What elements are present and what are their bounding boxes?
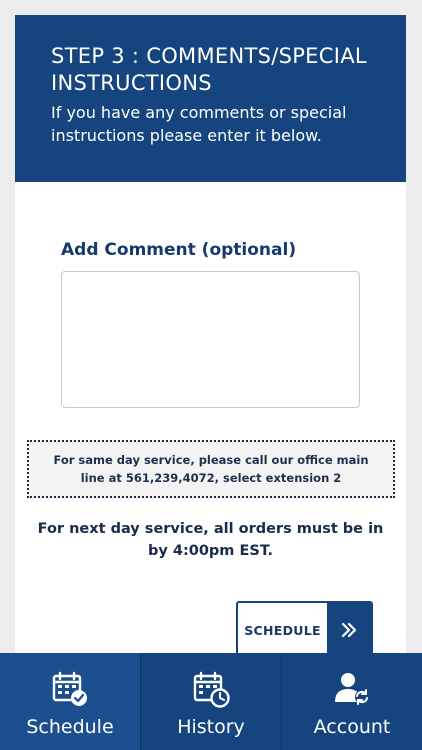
schedule-button[interactable]: SCHEDULE [236,601,373,659]
step-description: If you have any comments or special inst… [51,103,347,145]
tab-schedule-label: Schedule [26,716,114,738]
calendar-clock-icon [193,671,230,708]
step-card: STEP 3 : COMMENTS/SPECIAL INSTRUCTIONS I… [15,15,406,675]
tab-history-label: History [177,716,245,738]
bottom-tab-bar: Schedule History Account [0,653,422,750]
step-header: STEP 3 : COMMENTS/SPECIAL INSTRUCTIONS I… [15,15,406,182]
tab-schedule[interactable]: Schedule [0,653,141,750]
user-refresh-icon [335,673,369,705]
tab-account[interactable]: Account [282,653,422,750]
comment-label: Add Comment (optional) [61,240,297,260]
schedule-button-arrow [327,603,371,657]
schedule-button-label: SCHEDULE [244,622,321,638]
step-title: STEP 3 : COMMENTS/SPECIAL INSTRUCTIONS [51,44,367,95]
tab-account-label: Account [313,716,391,738]
double-chevron-right-icon [341,622,357,638]
same-day-notice-text: For same day service, please call our of… [53,453,369,485]
screen: STEP 3 : COMMENTS/SPECIAL INSTRUCTIONS I… [0,0,422,750]
tab-history[interactable]: History [141,653,282,750]
same-day-notice: For same day service, please call our of… [27,440,395,498]
calendar-check-icon [52,671,87,706]
comment-textarea[interactable] [61,271,360,408]
next-day-notice: For next day service, all orders must be… [37,521,384,559]
